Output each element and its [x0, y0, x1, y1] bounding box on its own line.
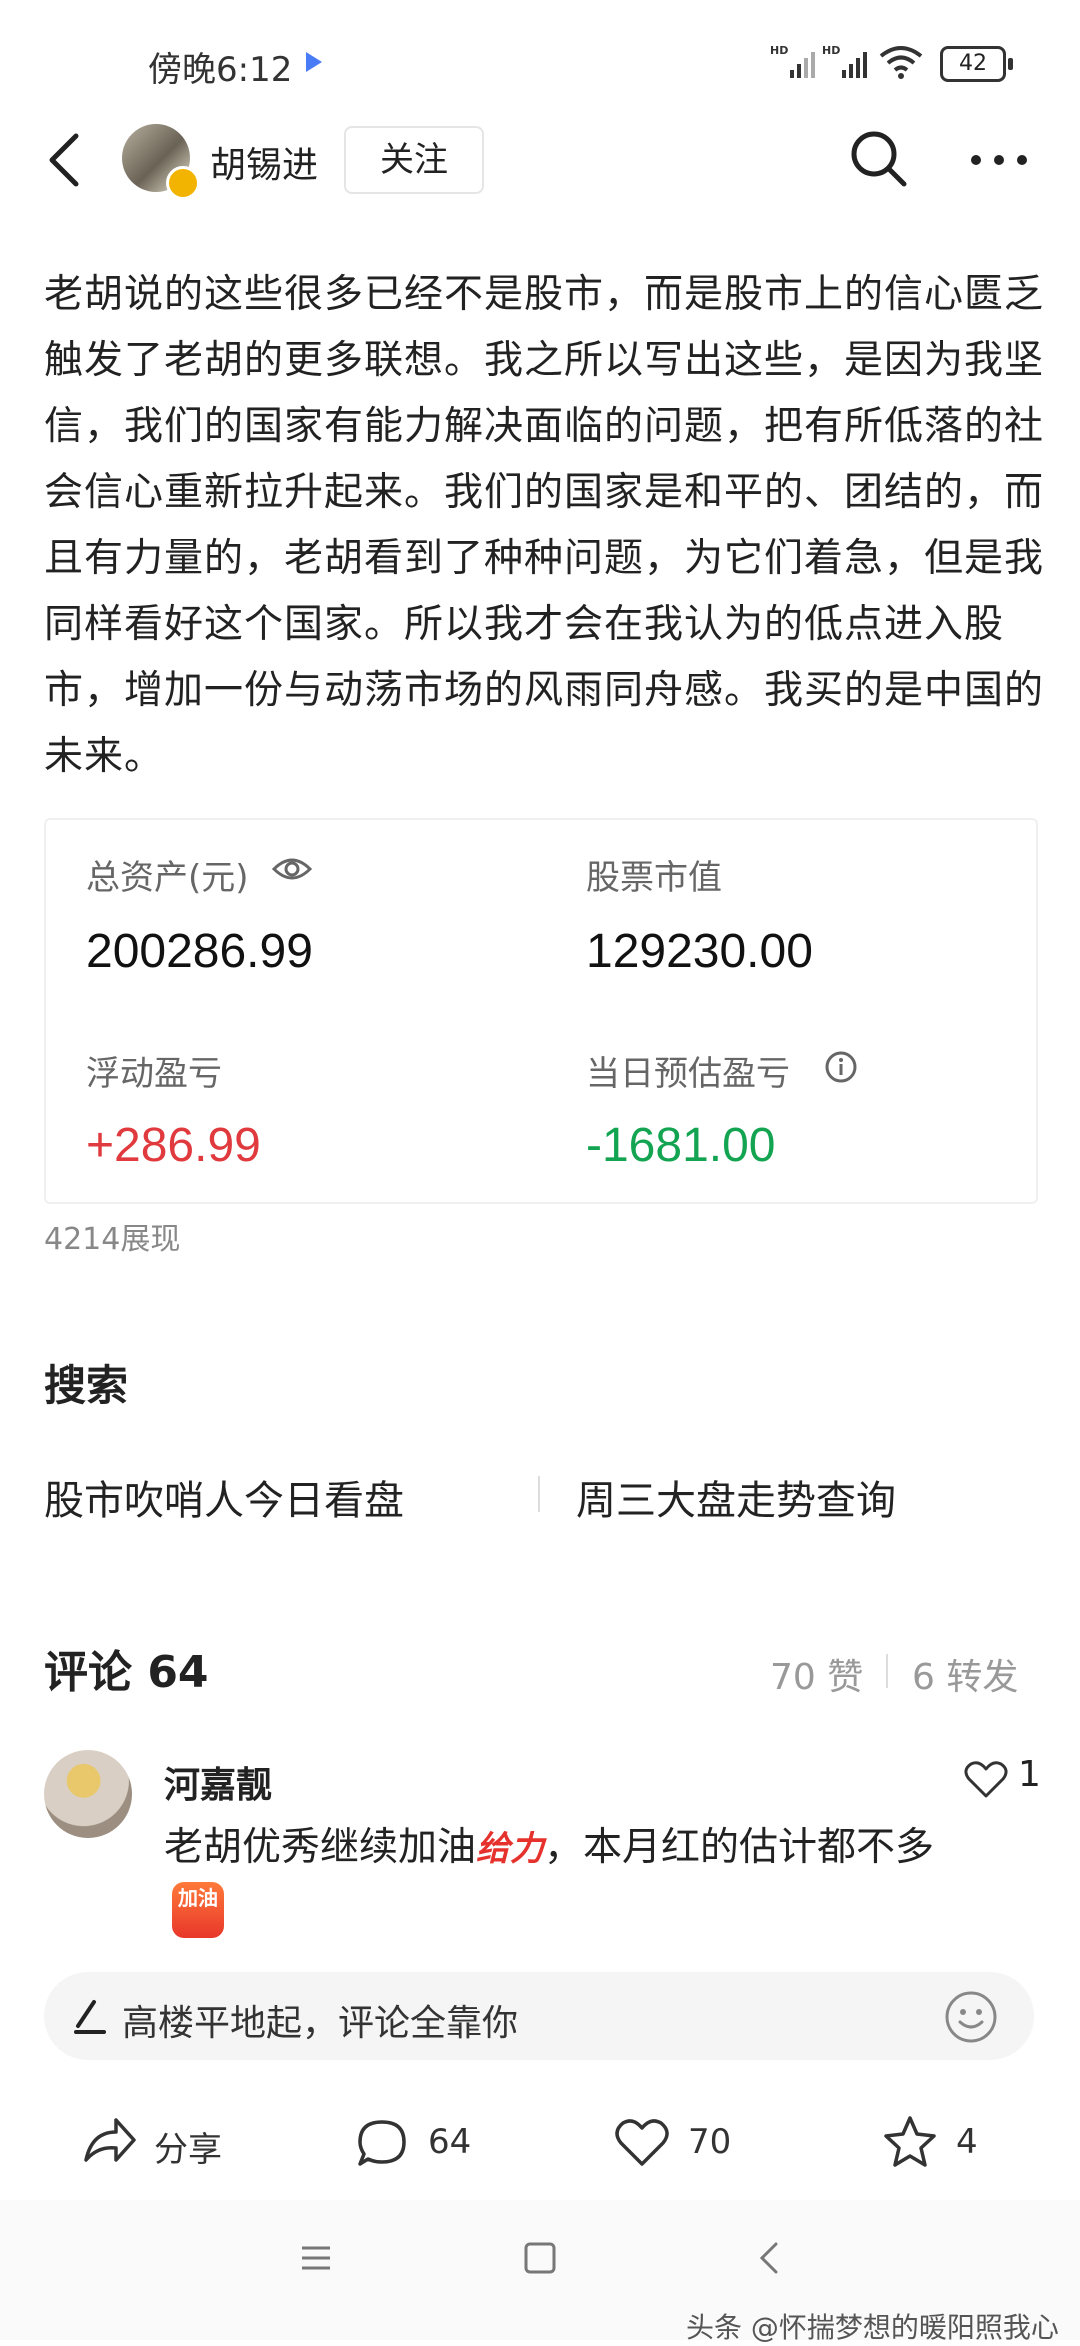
- favorite-count[interactable]: 4: [956, 2122, 978, 2162]
- comment-input-placeholder[interactable]: 高楼平地起，评论全靠你: [122, 1994, 518, 2046]
- comment-count[interactable]: 64: [428, 2122, 471, 2162]
- search-section-title: 搜索: [44, 1361, 129, 1410]
- back-button[interactable]: [36, 120, 96, 200]
- like-count[interactable]: 70: [688, 2122, 731, 2162]
- daily-pnl-value: -1681.00: [586, 1119, 776, 1172]
- eye-icon[interactable]: [272, 854, 312, 884]
- info-icon[interactable]: [824, 1050, 858, 1084]
- watermark: 头条 @怀揣梦想的暖阳照我心: [686, 2311, 1059, 2344]
- commenter-avatar[interactable]: [44, 1750, 132, 1838]
- signal-icon-1: HD: [770, 44, 815, 78]
- home-square-icon[interactable]: [522, 2240, 558, 2276]
- total-assets-value: 200286.99: [86, 925, 313, 978]
- pen-icon: [74, 2000, 106, 2034]
- wifi-icon: [879, 46, 923, 79]
- floating-pnl-value: +286.99: [86, 1119, 261, 1172]
- article-body: 老胡说的这些很多已经不是股市，而是股市上的信心匮乏触发了老胡的更多联想。我之所以…: [44, 272, 1045, 779]
- status-bar: 傍晚6:12 HD HD 42: [0, 0, 1080, 130]
- geili-sticker: 给力: [476, 1829, 545, 1869]
- verified-badge-icon: [166, 166, 200, 200]
- stock-market-value: 129230.00: [586, 925, 813, 978]
- search-suggestion[interactable]: 周三大盘走势查询: [576, 1468, 896, 1526]
- total-assets-label: 总资产(元): [86, 858, 249, 898]
- daily-pnl-label: 当日预估盈亏: [586, 1054, 790, 1094]
- search-suggestion[interactable]: 股市吹哨人今日看盘: [44, 1468, 404, 1526]
- comment-like-count: 1: [1018, 1754, 1041, 1795]
- follow-button[interactable]: 关注: [344, 126, 484, 194]
- comment-text: 老胡优秀继续加油给力，本月红的估计都不多: [164, 1825, 935, 1870]
- comments-title: 评论 64: [44, 1647, 209, 1698]
- share-icon[interactable]: [82, 2110, 138, 2174]
- search-icon[interactable]: [846, 126, 910, 190]
- emoji-icon[interactable]: [944, 1990, 998, 2044]
- menu-icon[interactable]: [298, 2240, 334, 2276]
- favorite-star-icon[interactable]: [882, 2110, 938, 2174]
- stock-market-value-label: 股票市值: [586, 858, 722, 898]
- comment-like-icon[interactable]: [964, 1760, 1008, 1800]
- svg-text:HD: HD: [822, 44, 840, 57]
- asset-card: 总资产(元) 200286.99 股票市值 129230.00 浮动盈亏 +28…: [44, 818, 1038, 1204]
- author-name[interactable]: 胡锡进: [210, 136, 318, 188]
- comment-icon[interactable]: [356, 2110, 408, 2174]
- reposts-stat: 6 转发: [912, 1657, 1019, 1698]
- signal-icon-2: HD: [822, 44, 867, 78]
- battery-indicator: 42: [940, 46, 1013, 82]
- status-time: 傍晚6:12: [148, 50, 293, 90]
- nav-back-icon[interactable]: [752, 2240, 788, 2276]
- commenter-name[interactable]: 河嘉靓: [164, 1756, 272, 1808]
- more-icon[interactable]: [964, 130, 1034, 190]
- stats-divider: [886, 1654, 888, 1688]
- media-play-icon: [306, 52, 322, 72]
- share-button[interactable]: 分享: [154, 2122, 222, 2171]
- search-divider: [538, 1476, 540, 1512]
- likes-stat: 70 赞: [770, 1657, 864, 1698]
- floating-pnl-label: 浮动盈亏: [86, 1054, 222, 1094]
- jiayou-emoji-icon: 加油: [172, 1882, 224, 1938]
- like-icon[interactable]: [614, 2110, 670, 2174]
- view-count: 4214展现: [44, 1222, 181, 1257]
- svg-text:HD: HD: [770, 44, 788, 57]
